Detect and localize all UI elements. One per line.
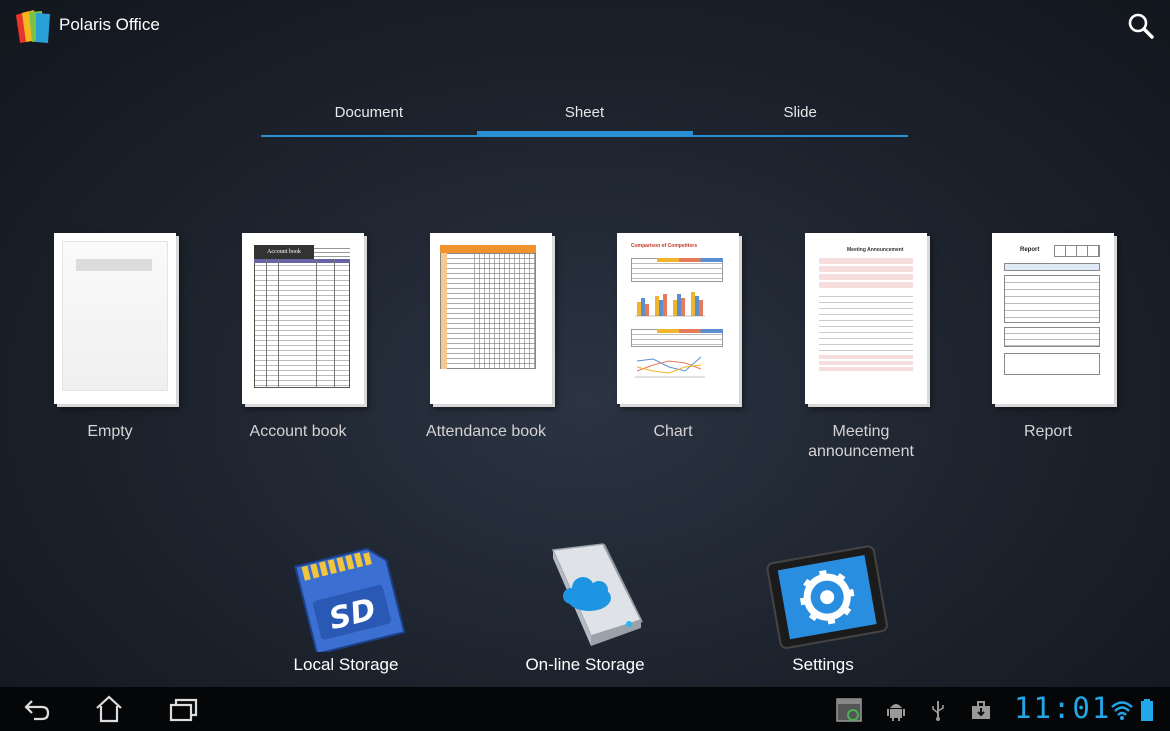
local-storage-label: Local Storage: [293, 655, 399, 674]
tab-slide[interactable]: Slide: [692, 95, 908, 137]
usb-icon[interactable]: [926, 698, 950, 722]
settings-label: Settings: [792, 655, 854, 674]
home-icon[interactable]: [94, 695, 124, 723]
polaris-logo-icon: [16, 10, 50, 43]
system-navigation-bar: 11:01: [0, 687, 1170, 731]
battery-icon: [1141, 699, 1153, 721]
template-label: Attendance book: [425, 423, 547, 440]
template-thumbnail: Meeting Announcement: [805, 233, 927, 404]
cloud-drive-icon: [551, 543, 643, 646]
template-label: Empty: [87, 423, 133, 440]
local-storage-button[interactable]: SD Local Storage: [256, 535, 426, 685]
download-notification-icon[interactable]: [969, 698, 993, 722]
selected-tab-indicator: [477, 131, 693, 136]
template-thumbnail: Report: [992, 233, 1114, 404]
search-icon[interactable]: [1127, 12, 1155, 40]
template-thumbnail: Account book: [242, 233, 364, 404]
online-storage-button[interactable]: On-line Storage: [495, 535, 665, 685]
screenshot-notification-icon[interactable]: [836, 697, 862, 723]
template-thumbnail: [430, 233, 552, 404]
clock: 11:01: [1014, 691, 1112, 725]
back-icon[interactable]: [22, 695, 52, 723]
wifi-icon: [1111, 701, 1133, 720]
settings-button[interactable]: Settings: [733, 535, 903, 685]
recent-apps-icon[interactable]: [168, 695, 198, 723]
template-list: Empty Account book Account book Attendan…: [0, 230, 1170, 470]
tab-document[interactable]: Document: [261, 95, 477, 137]
template-thumbnail: Comparison of Competitors: [617, 233, 739, 404]
template-thumbnail: [54, 233, 176, 404]
sd-card-icon: SD: [294, 547, 406, 652]
gear-tablet-icon: [766, 545, 888, 649]
action-bar: Polaris Office: [0, 0, 1170, 52]
template-label: Meeting announcement: [808, 423, 914, 460]
app-title: Polaris Office: [59, 15, 160, 34]
android-debug-icon[interactable]: [884, 698, 908, 722]
template-label: Account book: [249, 423, 347, 440]
template-label: Report: [1023, 423, 1073, 440]
template-label: Chart: [653, 423, 693, 440]
online-storage-label: On-line Storage: [525, 655, 645, 674]
storage-menu: SD Local Storage On-line Storage Setting…: [0, 535, 1170, 685]
